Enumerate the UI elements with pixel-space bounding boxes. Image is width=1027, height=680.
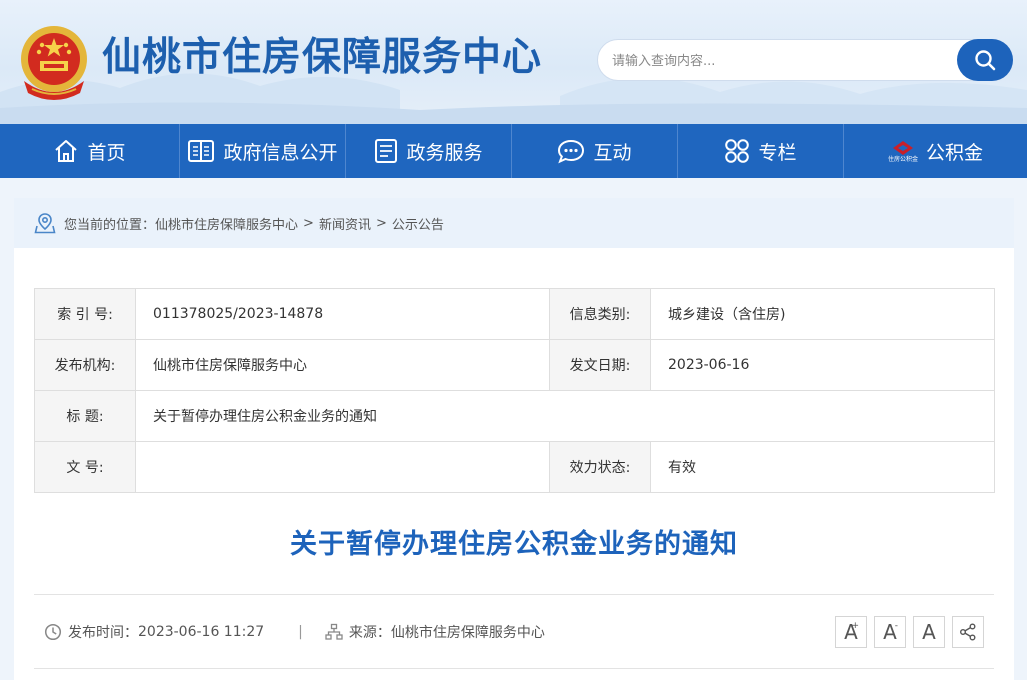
- article-tools: A + A- A: [835, 616, 984, 648]
- share-icon: [960, 623, 976, 641]
- status-value: 有效: [650, 441, 995, 493]
- org-value: 仙桃市住房保障服务中心: [135, 339, 550, 391]
- housing-fund-logo-icon: 住房公积金: [888, 140, 918, 163]
- article-title: 关于暂停办理住房公积金业务的通知: [290, 529, 738, 560]
- date-label: 发文日期:: [549, 339, 651, 391]
- nav-label-special-column: 专栏: [758, 141, 797, 164]
- nav-item-gov-service[interactable]: 政务服务: [346, 124, 511, 178]
- location-icon: [34, 213, 56, 234]
- table-row: 发布机构: 仙桃市住房保障服务中心 发文日期: 2023-06-16: [34, 339, 995, 391]
- divider: [34, 594, 994, 595]
- table-row: 索 引 号: 011378025/2023-14878 信息类别: 城乡建设（含…: [34, 288, 995, 340]
- source-value: 仙桃市住房保障服务中心: [390, 625, 545, 641]
- site-header: 仙桃市住房保障服务中心: [0, 0, 1027, 124]
- site-title: 仙桃市住房保障服务中心: [102, 35, 543, 80]
- home-icon: [55, 140, 78, 162]
- nav-item-interaction[interactable]: 互动: [512, 124, 677, 178]
- chat-icon: [558, 139, 585, 164]
- title-value: 关于暂停办理住房公积金业务的通知: [135, 390, 995, 442]
- nav-label-gov-info: 政府信息公开: [223, 141, 338, 164]
- share-button[interactable]: [952, 616, 984, 648]
- font-decrease-button[interactable]: A-: [874, 616, 906, 648]
- category-label: 信息类别:: [549, 288, 651, 340]
- divider: [34, 668, 994, 669]
- main-nav: 首页 政府信息公开 政务服务 互动 专栏 住房公积金 公积金: [0, 124, 1027, 178]
- docno-label: 文 号:: [34, 441, 136, 493]
- nav-item-home[interactable]: 首页: [0, 124, 179, 178]
- category-value: 城乡建设（含住房): [650, 288, 995, 340]
- table-row: 文 号: 效力状态: 有效: [34, 441, 995, 493]
- nav-label-gov-service: 政务服务: [406, 141, 483, 164]
- breadcrumb-item-news[interactable]: 新闻资讯: [319, 214, 371, 233]
- publish-time-label: 发布时间：: [68, 625, 138, 641]
- search-input[interactable]: [612, 50, 952, 72]
- title-label: 标 题:: [34, 390, 136, 442]
- meta-divider: |: [298, 624, 303, 640]
- org-label: 发布机构:: [34, 339, 136, 391]
- status-label: 效力状态:: [549, 441, 651, 493]
- font-increase-button[interactable]: A +: [835, 616, 867, 648]
- nav-label-interaction: 互动: [593, 141, 632, 164]
- document-icon: [375, 139, 398, 163]
- nav-label-housing-fund: 公积金: [926, 141, 984, 164]
- index-value: 011378025/2023-14878: [135, 288, 550, 340]
- breadcrumb: 您当前的位置： 仙桃市住房保障服务中心 > 新闻资讯 > 公示公告: [14, 198, 1014, 248]
- content-panel: 您当前的位置： 仙桃市住房保障服务中心 > 新闻资讯 > 公示公告 索 引 号:…: [14, 198, 1014, 680]
- search-box: [597, 39, 1013, 81]
- book-icon: [188, 140, 215, 162]
- index-label: 索 引 号:: [34, 288, 136, 340]
- breadcrumb-separator: >: [303, 215, 314, 231]
- table-row: 标 题: 关于暂停办理住房公积金业务的通知: [34, 390, 995, 442]
- breadcrumb-item-notices[interactable]: 公示公告: [392, 214, 444, 233]
- document-info-table: 索 引 号: 011378025/2023-14878 信息类别: 城乡建设（含…: [34, 288, 995, 493]
- article-meta: 发布时间： 2023-06-16 11:27 | 来源： 仙桃市住房保障服务中心: [44, 620, 545, 644]
- national-emblem-icon: [21, 26, 87, 100]
- date-value: 2023-06-16: [650, 339, 995, 391]
- source-label: 来源：: [348, 625, 391, 641]
- nav-item-special-column[interactable]: 专栏: [678, 124, 843, 178]
- nav-label-home: 首页: [87, 141, 126, 164]
- docno-value: [135, 441, 550, 493]
- search-icon: [975, 50, 996, 71]
- breadcrumb-prefix: 您当前的位置：: [64, 217, 156, 233]
- search-button[interactable]: [957, 39, 1013, 81]
- clock-icon: [44, 623, 62, 641]
- grid-icon: [725, 139, 750, 163]
- publish-time-value: 2023-06-16 11:27: [138, 624, 265, 640]
- breadcrumb-separator: >: [375, 215, 387, 231]
- org-chart-icon: [325, 623, 343, 640]
- nav-item-housing-fund[interactable]: 住房公积金 公积金: [844, 124, 1027, 178]
- breadcrumb-item-home[interactable]: 仙桃市住房保障服务中心: [155, 214, 298, 233]
- nav-item-gov-info[interactable]: 政府信息公开: [180, 124, 345, 178]
- font-reset-button[interactable]: A: [913, 616, 945, 648]
